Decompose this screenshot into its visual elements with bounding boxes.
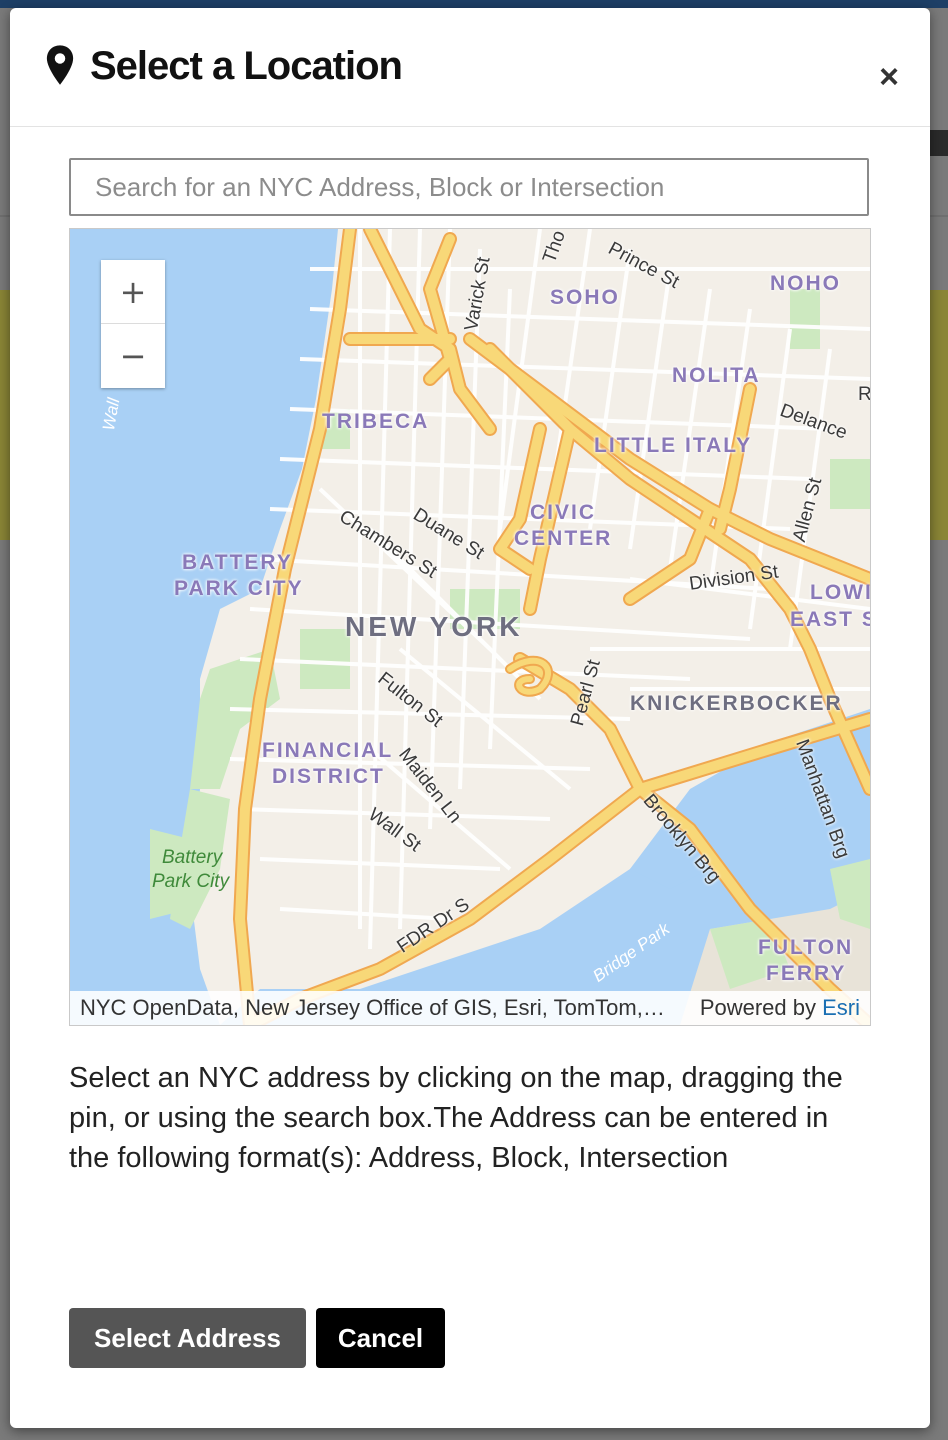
map-label-noho: NOHO (770, 272, 841, 295)
attribution-text: NYC OpenData, New Jersey Office of GIS, … (80, 995, 670, 1020)
zoom-in-button[interactable]: + (101, 260, 165, 323)
zoom-out-button[interactable]: − (101, 323, 165, 387)
background-tab (930, 130, 948, 156)
map-label-tribeca: TRIBECA (322, 410, 430, 433)
map-label-financial: FINANCIAL (262, 739, 394, 762)
map-label-lower: LOWI (810, 581, 871, 604)
map-label-civic: CIVIC (530, 501, 597, 524)
map-label-knickerbocker: KNICKERBOCKER (630, 692, 843, 715)
map-label-soho: SOHO (550, 286, 620, 309)
map-label-r: R (858, 384, 871, 405)
map-label-battery: BATTERY (182, 551, 293, 574)
dialog-title: Select a Location (90, 44, 403, 88)
help-text: Select an NYC address by clicking on the… (69, 1062, 843, 1174)
map-label-district: DISTRICT (272, 765, 385, 788)
close-button[interactable]: × (874, 60, 904, 94)
map-label-fulton: FULTON (758, 936, 854, 959)
powered-by: Powered by Esri (700, 995, 860, 1021)
cancel-button[interactable]: Cancel (316, 1308, 445, 1368)
esri-link[interactable]: Esri (822, 995, 860, 1020)
background-header-bar (0, 0, 948, 8)
map-label-new-york: NEW YORK (345, 611, 523, 642)
search-input[interactable] (69, 158, 869, 216)
map-attribution: NYC OpenData, New Jersey Office of GIS, … (70, 991, 870, 1025)
dialog-header: Select a Location × (10, 8, 930, 127)
map-label-ferry: FERRY (766, 962, 847, 985)
select-address-button[interactable]: Select Address (69, 1308, 306, 1368)
location-dialog: Select a Location × Search for an NYC Ad… (10, 8, 930, 1428)
powered-by-label: Powered by (699, 995, 823, 1020)
map-label-nolita: NOLITA (672, 364, 761, 387)
map-label-east: EAST S (790, 608, 871, 631)
map-label-center: CENTER (514, 527, 613, 550)
map-label-park-city: PARK CITY (174, 577, 304, 600)
map-label-little-italy: LITTLE ITALY (594, 434, 753, 457)
map-pin-icon (46, 45, 74, 85)
map-view[interactable]: + − SOHO NOHO NOLITA TRIBECA LITTLE ITAL… (69, 228, 871, 1026)
map-label-battery-park-city: Park City (152, 871, 230, 892)
map-label-battery-park: Battery (162, 847, 223, 868)
zoom-control: + − (101, 260, 165, 388)
